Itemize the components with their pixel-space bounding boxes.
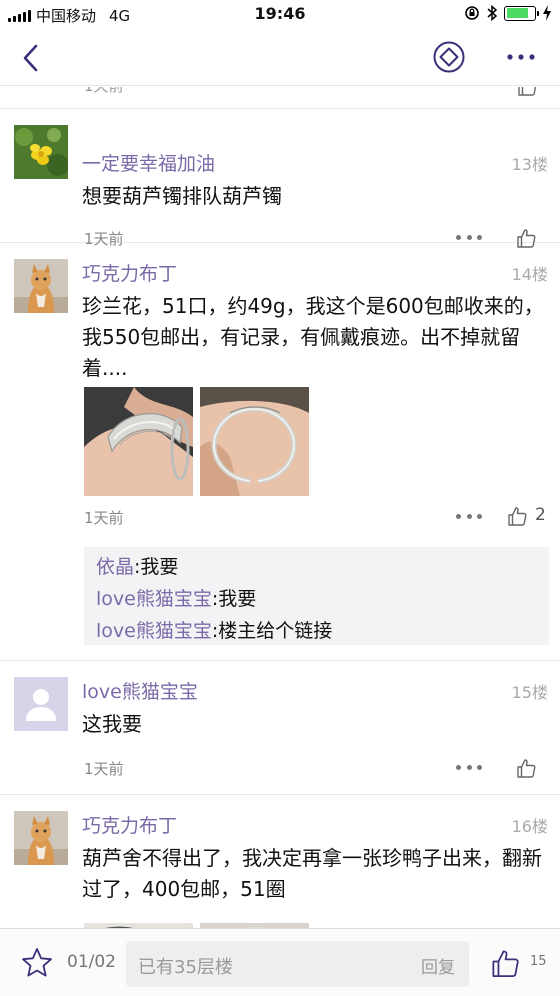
rotation-lock-icon — [465, 6, 479, 20]
nav-bar — [0, 30, 560, 86]
like-icon[interactable] — [515, 757, 537, 779]
previous-post-tail: 1天前 — [0, 87, 560, 109]
charging-icon — [543, 5, 551, 21]
bluetooth-icon — [487, 5, 498, 21]
status-bar: 中国移动 4G 19:46 — [0, 0, 560, 30]
post-text: 想要葫芦镯排队葫芦镯 — [82, 184, 282, 208]
reply-text: 我要 — [140, 556, 179, 578]
default-avatar-icon[interactable] — [14, 677, 68, 731]
reply-author[interactable]: love熊猫宝宝 — [96, 620, 212, 642]
like-icon[interactable] — [506, 505, 528, 527]
previous-post-time: 1天前 — [84, 87, 124, 96]
reply-button[interactable]: 回复 — [421, 953, 455, 978]
username[interactable]: 巧克力布丁 — [82, 259, 177, 286]
star-icon[interactable] — [20, 946, 54, 980]
avatar[interactable] — [14, 125, 68, 179]
post-photo[interactable] — [84, 387, 193, 496]
floor-number: 14楼 — [511, 265, 548, 284]
reply-text: 楼主给个链接 — [218, 620, 333, 642]
more-dots-icon[interactable] — [456, 514, 482, 520]
post-text: 珍兰花，51口，约49g，我这个是600包邮收来的，我550包邮出，有记录，有佩… — [82, 294, 544, 380]
like-icon[interactable] — [489, 947, 521, 979]
post-floor-13[interactable]: 一定要幸福加油 13楼 想要葫芦镯排队葫芦镯 1天前 — [0, 109, 560, 248]
avatar[interactable] — [14, 811, 68, 865]
battery-icon — [504, 5, 539, 21]
floor-number: 16楼 — [511, 817, 548, 836]
page-indicator[interactable]: 01/02 — [67, 952, 116, 972]
diamond-icon[interactable] — [432, 40, 466, 74]
username[interactable]: 一定要幸福加油 — [82, 149, 215, 176]
reply-author[interactable]: 依晶 — [96, 556, 134, 578]
post-floor-14[interactable]: 巧克力布丁 14楼 珍兰花，51口，约49g，我这个是600包邮收来的，我550… — [0, 243, 560, 661]
back-icon[interactable] — [16, 42, 48, 74]
post-time: 1天前 — [84, 509, 124, 527]
like-count: 15 — [530, 954, 547, 969]
post-floor-16[interactable]: 巧克力布丁 16楼 葫芦舍不得出了，我决定再拿一张珍鸭子出来，翻新过了，400包… — [0, 795, 560, 928]
username[interactable]: 巧克力布丁 — [82, 811, 177, 838]
reply-placeholder: 已有35层楼 — [138, 957, 233, 978]
floor-number: 15楼 — [511, 683, 548, 702]
post-photo[interactable] — [200, 387, 309, 496]
more-dots-icon[interactable] — [456, 235, 482, 241]
reply-author[interactable]: love熊猫宝宝 — [96, 588, 212, 610]
bottom-bar: 01/02 已有35层楼 回复 15 — [0, 928, 560, 996]
post-list[interactable]: 1天前 一定要幸福加油 13楼 想要葫芦镯排队葫芦镯 1天前 — [0, 87, 560, 928]
reply-item[interactable]: love熊猫宝宝:楼主给个链接 — [96, 615, 537, 647]
reply-item[interactable]: love熊猫宝宝:我要 — [96, 583, 537, 615]
post-floor-15[interactable]: love熊猫宝宝 15楼 这我要 1天前 — [0, 661, 560, 795]
reply-list: 依晶:我要 love熊猫宝宝:我要 love熊猫宝宝:楼主给个链接 — [84, 547, 549, 645]
reply-input[interactable]: 已有35层楼 回复 — [126, 941, 469, 987]
post-time: 1天前 — [84, 760, 124, 778]
username[interactable]: love熊猫宝宝 — [82, 677, 198, 704]
floor-number: 13楼 — [511, 155, 548, 174]
like-count: 2 — [535, 505, 546, 525]
more-dots-icon[interactable] — [456, 765, 482, 771]
reply-item[interactable]: 依晶:我要 — [96, 551, 537, 583]
reply-text: 我要 — [218, 588, 257, 610]
avatar[interactable] — [14, 259, 68, 313]
like-icon[interactable] — [516, 87, 538, 97]
post-text: 这我要 — [82, 712, 142, 736]
more-icon[interactable] — [503, 46, 539, 68]
post-text: 葫芦舍不得出了，我决定再拿一张珍鸭子出来，翻新过了，400包邮，51圈 — [82, 846, 542, 901]
